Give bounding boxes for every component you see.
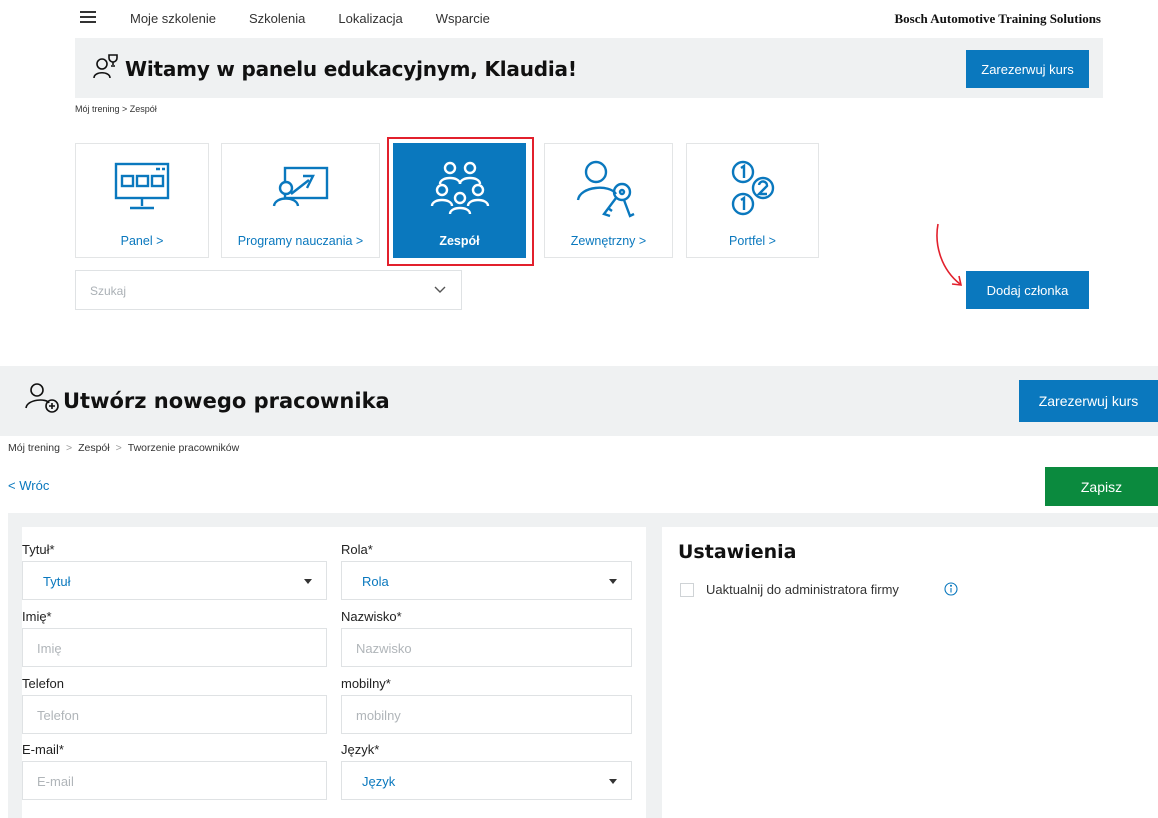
caret-down-icon: [609, 779, 617, 784]
language-label: Język*: [341, 742, 380, 757]
nav-links: Moje szkolenie Szkolenia Lokalizacja Wsp…: [130, 11, 490, 26]
info-icon[interactable]: [944, 582, 958, 596]
welcome-bar: Witamy w panelu edukacyjnym, Klaudia! Za…: [75, 38, 1103, 98]
last-name-placeholder: Nazwisko: [356, 641, 412, 656]
add-member-button[interactable]: Dodaj członka: [966, 271, 1089, 309]
email-field[interactable]: E-mail: [22, 761, 327, 800]
mobile-placeholder: mobilny: [356, 708, 401, 723]
back-link[interactable]: < Wróc: [8, 478, 49, 493]
last-name-field[interactable]: Nazwisko: [341, 628, 632, 667]
phone-placeholder: Telefon: [37, 708, 79, 723]
search-dropdown[interactable]: Szukaj: [75, 270, 462, 310]
nav-link-support[interactable]: Wsparcie: [436, 11, 490, 26]
book-course-button[interactable]: Zarezerwuj kurs: [1019, 380, 1158, 422]
role-select-value: Rola: [362, 574, 389, 589]
tile-portfolio[interactable]: Portfel >: [686, 143, 819, 258]
save-button[interactable]: Zapisz: [1045, 467, 1158, 506]
nav-link-trainings[interactable]: Szkolenia: [249, 11, 305, 26]
breadcrumb-item-my-training[interactable]: Mój trening: [8, 442, 60, 454]
tile-label: Programy nauczania >: [237, 234, 364, 248]
breadcrumb-item-create: Tworzenie pracowników: [127, 442, 240, 454]
dashboard-monitor-icon: [114, 162, 170, 210]
settings-panel: [662, 527, 1158, 818]
nav-link-location[interactable]: Lokalizacja: [338, 11, 402, 26]
search-placeholder: Szukaj: [90, 284, 127, 298]
title-select-value: Tytuł: [43, 574, 71, 589]
first-name-field[interactable]: Imię: [22, 628, 327, 667]
breadcrumb: Mój trening > Zespół: [75, 104, 157, 114]
book-course-button[interactable]: Zarezerwuj kurs: [966, 50, 1089, 88]
user-trophy-icon: [93, 54, 118, 79]
highlight-frame: [387, 137, 534, 266]
add-user-icon: [25, 383, 59, 413]
title-select[interactable]: Tytuł: [22, 561, 327, 600]
hamburger-menu-icon[interactable]: [80, 11, 96, 23]
top-navigation: Moje szkolenie Szkolenia Lokalizacja Wsp…: [75, 0, 1103, 38]
first-name-label: Imię*: [22, 609, 52, 624]
mobile-field[interactable]: mobilny: [341, 695, 632, 734]
email-placeholder: E-mail: [37, 774, 74, 789]
chevron-down-icon: [434, 286, 446, 293]
mobile-label: mobilny*: [341, 676, 391, 691]
role-label: Rola*: [341, 542, 373, 557]
first-name-placeholder: Imię: [37, 641, 62, 656]
role-select[interactable]: Rola: [341, 561, 632, 600]
create-employee-header: Utwórz nowego pracownika Zarezerwuj kurs: [0, 366, 1158, 436]
page-title: Utwórz nowego pracownika: [63, 389, 390, 413]
caret-down-icon: [609, 579, 617, 584]
breadcrumb: Mój trening > Zespół > Tworzenie pracowników: [8, 442, 240, 454]
phone-field[interactable]: Telefon: [22, 695, 327, 734]
language-select[interactable]: Język: [341, 761, 632, 800]
external-user-key-icon: [576, 160, 635, 218]
language-select-value: Język: [362, 774, 396, 789]
nav-link-my-training[interactable]: Moje szkolenie: [130, 11, 216, 26]
last-name-label: Nazwisko*: [341, 609, 402, 624]
tile-curricula[interactable]: Programy nauczania >: [221, 143, 380, 258]
chevron-left-icon: <: [8, 478, 20, 493]
tile-panel[interactable]: Panel >: [75, 143, 209, 258]
settings-title: Ustawienia: [678, 541, 797, 563]
annotation-arrow-icon: [936, 223, 963, 286]
upgrade-admin-checkbox[interactable]: [680, 583, 694, 597]
upgrade-admin-label: Uaktualnij do administratora firmy: [706, 582, 899, 597]
tile-label: Portfel >: [729, 234, 776, 248]
tile-label: Panel >: [120, 234, 164, 248]
back-label: Wróc: [19, 478, 50, 493]
phone-label: Telefon: [22, 676, 64, 691]
tile-label: Zewnętrzny >: [570, 234, 647, 248]
portfolio-coins-icon: [731, 160, 774, 216]
caret-down-icon: [304, 579, 312, 584]
welcome-title: Witamy w panelu edukacyjnym, Klaudia!: [125, 57, 577, 81]
title-label: Tytuł*: [22, 542, 55, 557]
curriculum-board-icon: [272, 166, 328, 207]
tile-external[interactable]: Zewnętrzny >: [544, 143, 673, 258]
brand-name: Bosch Automotive Training Solutions: [894, 11, 1101, 26]
breadcrumb-item-team[interactable]: Zespół: [78, 442, 110, 454]
email-label: E-mail*: [22, 742, 64, 757]
